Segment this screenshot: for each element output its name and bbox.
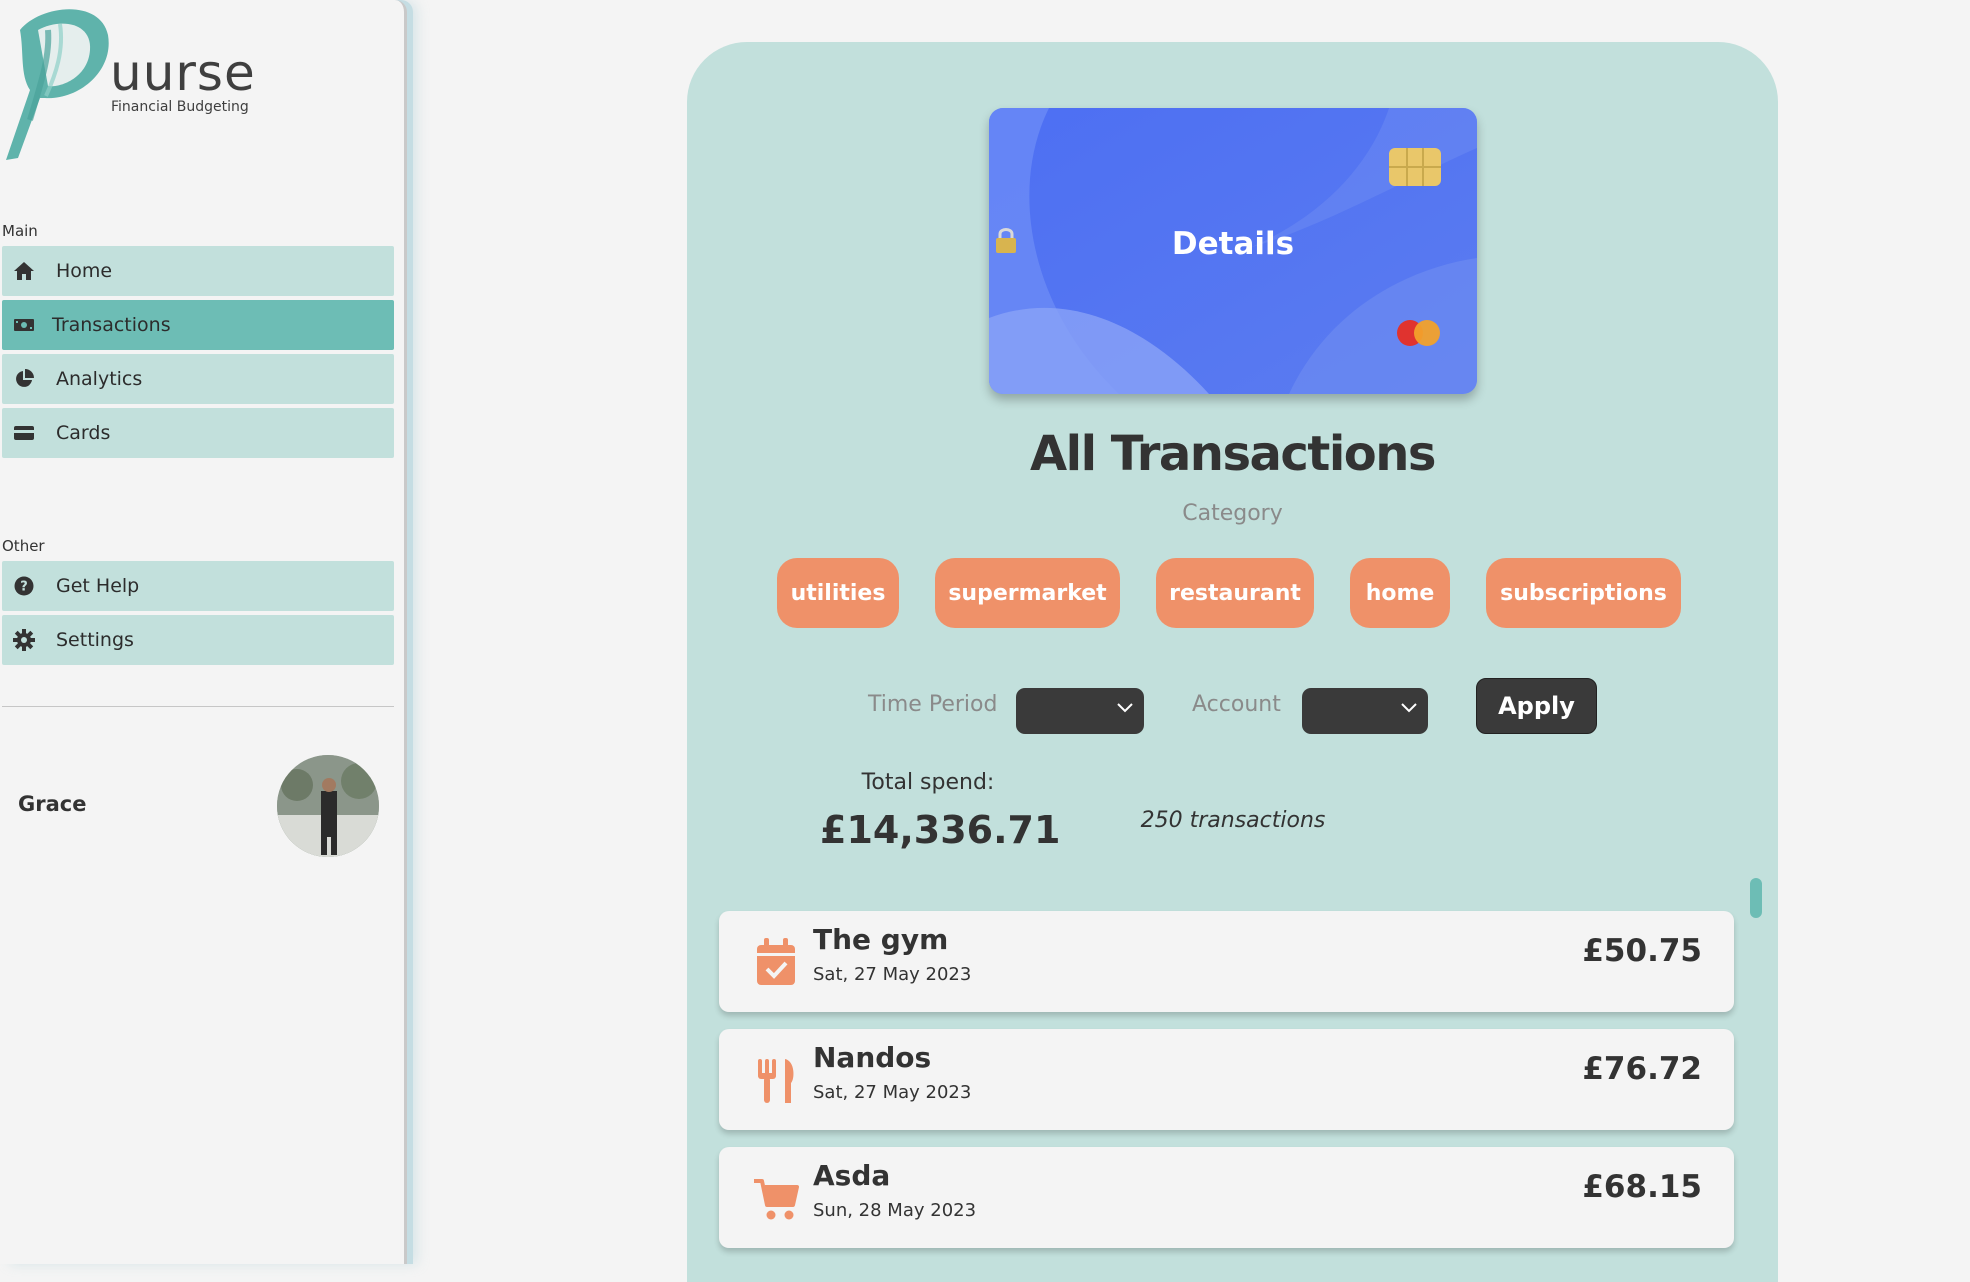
page-title: All Transactions: [1030, 426, 1437, 482]
category-chip-home[interactable]: home: [1350, 558, 1450, 628]
account-select[interactable]: [1302, 688, 1428, 734]
transaction-name: Nandos: [813, 1041, 932, 1074]
total-spend-value: £14,336.71: [820, 808, 1061, 852]
transaction-amount: £50.75: [1582, 933, 1702, 969]
time-period-label: Time Period: [868, 692, 998, 717]
transaction-count: 250 transactions: [1140, 808, 1326, 833]
brand-tagline: Financial Budgeting: [111, 99, 249, 115]
sidebar-item-label: Home: [56, 260, 113, 282]
main-section-label: Main: [2, 222, 38, 240]
sidebar-item-get-help[interactable]: ? Get Help: [2, 561, 394, 611]
transaction-row[interactable]: The gym Sat, 27 May 2023 £50.75: [719, 911, 1734, 1012]
sidebar-item-cards[interactable]: Cards: [2, 408, 394, 458]
time-period-select[interactable]: [1016, 688, 1144, 734]
sidebar-item-home[interactable]: Home: [2, 246, 394, 296]
lock-icon: [996, 228, 1016, 253]
sidebar-item-analytics[interactable]: Analytics: [2, 354, 394, 404]
sidebar-item-label: Analytics: [56, 368, 143, 390]
category-chip-utilities[interactable]: utilities: [777, 558, 899, 628]
sidebar: uurse Financial Budgeting Main Home Tran…: [0, 0, 407, 1264]
account-label: Account: [1192, 692, 1281, 717]
total-spend-label: Total spend:: [861, 770, 995, 795]
transaction-row[interactable]: Asda Sun, 28 May 2023 £68.15: [719, 1147, 1734, 1248]
category-chip-restaurant[interactable]: restaurant: [1156, 558, 1314, 628]
money-icon: [12, 313, 36, 337]
sidebar-item-label: Get Help: [56, 575, 140, 597]
sidebar-item-settings[interactable]: Settings: [2, 615, 394, 665]
chevron-down-icon: [1401, 703, 1417, 713]
card-title-text: Details: [1171, 226, 1295, 262]
avatar[interactable]: [277, 755, 379, 857]
user-name: Grace: [18, 792, 87, 816]
gear-icon: [12, 628, 36, 652]
transaction-date: Sat, 27 May 2023: [813, 1082, 972, 1103]
calendar-check-icon: [757, 938, 795, 985]
category-chip-subscriptions[interactable]: subscriptions: [1486, 558, 1681, 628]
transaction-amount: £68.15: [1582, 1169, 1702, 1205]
credit-card-icon: [12, 421, 36, 445]
chevron-down-icon: [1117, 703, 1133, 713]
card-details-preview[interactable]: Details: [989, 108, 1477, 394]
sidebar-item-label: Cards: [56, 422, 111, 444]
transaction-amount: £76.72: [1582, 1051, 1702, 1087]
card-title: Details: [989, 226, 1477, 262]
logo-p-mark: [6, 9, 109, 161]
help-icon: ?: [12, 574, 36, 598]
sidebar-item-label: Settings: [56, 629, 134, 651]
logo[interactable]: uurse Financial Budgeting: [0, 0, 260, 161]
category-label: Category: [1182, 501, 1283, 526]
apply-button[interactable]: Apply: [1476, 678, 1597, 734]
pie-chart-icon: [12, 367, 36, 391]
home-icon: [12, 259, 36, 283]
transaction-row[interactable]: Nandos Sat, 27 May 2023 £76.72: [719, 1029, 1734, 1130]
shopping-cart-icon: [754, 1179, 799, 1220]
utensils-icon: [758, 1059, 794, 1103]
svg-text:?: ?: [20, 580, 28, 595]
brand-name: uurse: [110, 44, 256, 102]
transaction-date: Sun, 28 May 2023: [813, 1200, 977, 1221]
transaction-name: Asda: [813, 1159, 891, 1192]
other-section-label: Other: [2, 537, 45, 555]
sidebar-divider: [2, 706, 394, 707]
sidebar-item-transactions[interactable]: Transactions: [2, 300, 394, 350]
transaction-name: The gym: [813, 923, 949, 956]
transaction-date: Sat, 27 May 2023: [813, 964, 972, 985]
scrollbar[interactable]: [1750, 878, 1762, 918]
category-chip-supermarket[interactable]: supermarket: [935, 558, 1120, 628]
sidebar-item-label: Transactions: [52, 314, 171, 336]
